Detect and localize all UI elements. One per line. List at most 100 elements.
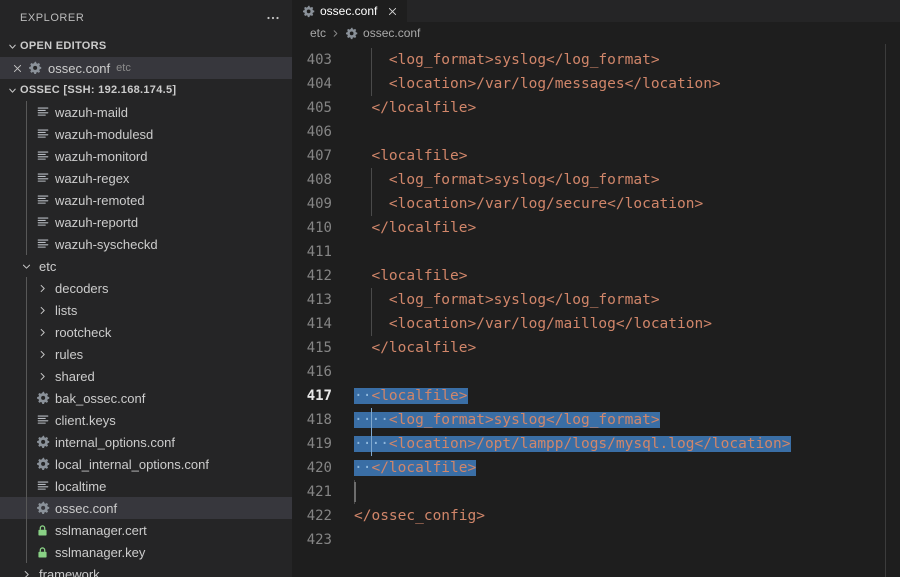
lock-icon [34,546,51,559]
code-line[interactable]: 411 [292,240,900,264]
tree-item-rules[interactable]: rules [0,343,292,365]
chevron-right-icon[interactable] [34,371,51,382]
tree-item-client-keys[interactable]: client.keys [0,409,292,431]
section-open-editors[interactable]: OPEN EDITORS [0,35,292,57]
chevron-down-icon[interactable] [18,261,35,272]
code-lines[interactable]: 403 <log_format>syslog</log_format> 404 <… [292,44,900,552]
indent-guide [26,321,27,343]
ellipsis-icon[interactable] [262,7,284,29]
tree-item-wazuh-monitord[interactable]: wazuh-monitord [0,145,292,167]
code-line[interactable]: 416 [292,360,900,384]
tree-item-local-internal-options-conf[interactable]: local_internal_options.conf [0,453,292,475]
line-number: 411 [306,244,332,260]
file-tree[interactable]: wazuh-maild wazuh-modulesd wazuh-monitord w… [0,101,292,577]
line-number: 419 [306,436,332,452]
code-line[interactable]: 407 <localfile> [292,144,900,168]
tree-item-wazuh-regex[interactable]: wazuh-regex [0,167,292,189]
breadcrumb-item-ossec-conf[interactable]: ossec.conf [345,26,420,40]
tree-item-ossec-conf[interactable]: ossec.conf [0,497,292,519]
code-line[interactable]: 406 [292,120,900,144]
tree-item-label: wazuh-monitord [55,148,148,164]
tree-item-internal-options-conf[interactable]: internal_options.conf [0,431,292,453]
xml-tag: <location>/var/log/maillog</location> [388,316,712,332]
code-editor[interactable]: 403 <log_format>syslog</log_format> 404 <… [292,44,900,577]
code-line[interactable]: 423 [292,528,900,552]
chevron-right-icon[interactable] [34,327,51,338]
code-line[interactable]: 415 </localfile> [292,336,900,360]
code-line[interactable]: 413 <log_format>syslog</log_format> [292,288,900,312]
open-editor-item-description: etc [116,62,131,74]
tree-item-framework[interactable]: framework [0,563,292,577]
xml-tag: </localfile> [371,460,477,476]
code-line[interactable]: 419 ····<location>/opt/lampp/logs/mysql.l… [292,432,900,456]
code-line[interactable]: 420 ··</localfile> [292,456,900,480]
code-line[interactable]: 421 [292,480,900,504]
tree-item-localtime[interactable]: localtime [0,475,292,497]
tree-item-sslmanager-cert[interactable]: sslmanager.cert [0,519,292,541]
tree-item-wazuh-modulesd[interactable]: wazuh-modulesd [0,123,292,145]
workbench: EXPLORER OPEN EDITORS ossec.conf etc OSS… [0,0,900,577]
tree-item-wazuh-remoted[interactable]: wazuh-remoted [0,189,292,211]
code-text: </localfile> [354,336,900,360]
breadcrumb-item-etc[interactable]: etc [310,26,326,40]
breadcrumb-label: etc [310,26,327,40]
code-line[interactable]: 404 <location>/var/log/messages</locatio… [292,72,900,96]
chevron-right-icon[interactable] [34,305,51,316]
xml-tag: <localfile> [371,268,468,284]
tree-item-wazuh-syscheckd[interactable]: wazuh-syscheckd [0,233,292,255]
tree-item-label: internal_options.conf [55,434,175,450]
editor-scrollbar[interactable] [886,44,900,577]
tree-item-shared[interactable]: shared [0,365,292,387]
chevron-right-icon[interactable] [18,569,35,577]
section-workspace-root[interactable]: OSSEC [SSH: 192.168.174.5] [0,79,292,101]
code-line[interactable]: 403 <log_format>syslog</log_format> [292,48,900,72]
code-line[interactable]: 417 ··<localfile> [292,384,900,408]
open-editor-item-ossec-conf[interactable]: ossec.conf etc [0,57,292,79]
tree-item-etc[interactable]: etc [0,255,292,277]
tree-item-bak-ossec-conf[interactable]: bak_ossec.conf [0,387,292,409]
leading-space [354,100,371,116]
code-line[interactable]: 414 <location>/var/log/maillog</location… [292,312,900,336]
tree-item-label: framework [39,566,100,577]
file-icon [34,171,51,185]
tree-item-label: bak_ossec.conf [55,390,146,406]
code-line[interactable]: 422 </ossec_config> [292,504,900,528]
file-icon [34,193,51,207]
code-text: <log_format>syslog</log_format> [354,48,900,72]
indent-guide [26,365,27,387]
xml-tag: <location>/var/log/secure</location> [388,196,704,212]
chevron-right-icon[interactable] [34,283,51,294]
tree-item-rootcheck[interactable]: rootcheck [0,321,292,343]
indent-guide [26,343,27,365]
line-number: 412 [306,268,332,284]
xml-tag: <location>/var/log/messages</location> [388,76,721,92]
code-text: </ossec_config> [354,504,900,528]
tree-item-label: wazuh-reportd [55,214,139,230]
tree-item-wazuh-maild[interactable]: wazuh-maild [0,101,292,123]
tree-item-label: wazuh-syscheckd [55,236,158,252]
tree-item-sslmanager-key[interactable]: sslmanager.key [0,541,292,563]
code-line[interactable]: 418 ····<log_format>syslog</log_format> [292,408,900,432]
code-line[interactable]: 409 <location>/var/log/secure</location> [292,192,900,216]
close-icon[interactable] [385,4,399,18]
line-number: 413 [306,292,332,308]
tree-item-wazuh-reportd[interactable]: wazuh-reportd [0,211,292,233]
indent-guide [26,277,27,299]
xml-tag: </localfile> [371,220,477,236]
xml-tag: </ossec_config> [354,508,485,524]
code-line[interactable]: 410 </localfile> [292,216,900,240]
close-icon[interactable] [8,63,26,74]
code-line[interactable]: 405 </localfile> [292,96,900,120]
tree-item-lists[interactable]: lists [0,299,292,321]
chevron-right-icon[interactable] [34,349,51,360]
indent-guide [26,189,27,211]
code-line[interactable]: 408 <log_format>syslog</log_format> [292,168,900,192]
tree-item-decoders[interactable]: decoders [0,277,292,299]
line-number: 417 [306,388,332,404]
indent-guide [26,167,27,189]
tab-ossec-conf[interactable]: ossec.conf [292,0,408,22]
tree-item-label: rootcheck [55,324,112,340]
file-icon [34,105,51,119]
code-text: <log_format>syslog</log_format> [354,168,900,192]
code-line[interactable]: 412 <localfile> [292,264,900,288]
